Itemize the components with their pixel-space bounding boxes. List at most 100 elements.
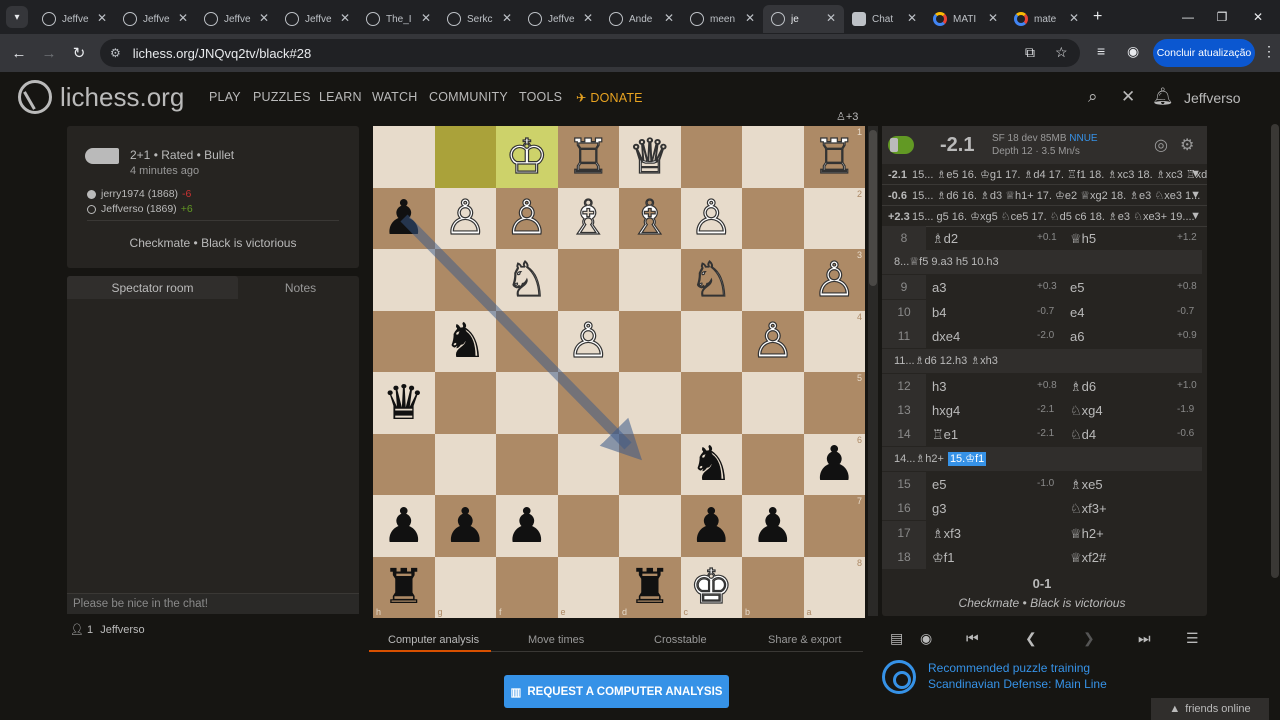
target-icon[interactable]: ◎ bbox=[1154, 135, 1168, 155]
board-square[interactable]: ♙ bbox=[680, 187, 742, 249]
board-square[interactable]: ♘ bbox=[496, 249, 558, 311]
browser-tab[interactable]: Ande ✕ bbox=[601, 5, 682, 33]
board-square[interactable]: 2 bbox=[803, 187, 865, 249]
browser-tab[interactable]: The_I ✕ bbox=[358, 5, 439, 33]
board-square[interactable] bbox=[742, 126, 804, 188]
close-tab-icon[interactable]: ✕ bbox=[583, 11, 593, 25]
board-square[interactable]: ♜ d bbox=[619, 556, 681, 618]
close-tab-icon[interactable]: ✕ bbox=[1069, 11, 1079, 25]
black-move[interactable]: ♘xg4 bbox=[1070, 403, 1103, 419]
chess-piece[interactable]: ♘ bbox=[689, 255, 733, 304]
expand-pv-icon[interactable]: ▼ bbox=[1190, 168, 1201, 180]
board-square[interactable] bbox=[680, 310, 742, 372]
nav-tools[interactable]: TOOLS bbox=[519, 90, 562, 104]
chess-piece[interactable]: ♛ bbox=[382, 379, 425, 427]
chess-piece[interactable]: ♘ bbox=[505, 255, 549, 304]
chess-piece[interactable]: ♗ bbox=[566, 194, 610, 243]
board-square[interactable] bbox=[680, 126, 742, 188]
nav-learn[interactable]: LEARN bbox=[319, 90, 362, 104]
board-square[interactable]: 4 bbox=[803, 310, 865, 372]
board-square[interactable] bbox=[434, 372, 496, 434]
board-square[interactable]: f bbox=[496, 556, 558, 618]
board-square[interactable] bbox=[557, 372, 619, 434]
white-move[interactable]: h3 bbox=[932, 379, 946, 394]
close-tab-icon[interactable]: ✕ bbox=[97, 11, 107, 25]
tab-search-button[interactable]: ▾ bbox=[6, 6, 28, 28]
engine-pv-line[interactable]: -2.1 15... ♗e5 16. ♔g1 17. ♗d4 17. ♖f1 18… bbox=[882, 164, 1207, 185]
friends-online[interactable]: ▲ friends online bbox=[1151, 698, 1269, 720]
chess-piece[interactable]: ♟ bbox=[382, 502, 425, 550]
board-square[interactable]: ♙ bbox=[742, 310, 804, 372]
board-square[interactable] bbox=[373, 310, 435, 372]
close-window-button[interactable]: ✕ bbox=[1236, 0, 1280, 34]
board-square[interactable] bbox=[619, 372, 681, 434]
close-tab-icon[interactable]: ✕ bbox=[664, 11, 674, 25]
tab-crosstable[interactable]: Crosstable bbox=[654, 634, 707, 646]
browser-tab[interactable]: Chat ✕ bbox=[844, 5, 925, 33]
close-tab-icon[interactable]: ✕ bbox=[502, 11, 512, 25]
board-square[interactable]: ♟ bbox=[434, 495, 496, 557]
chess-piece[interactable]: ♟ bbox=[505, 502, 548, 550]
variation-line[interactable]: 8...♕f5 9.a3 h5 10.h3 bbox=[882, 250, 1202, 275]
gear-icon[interactable]: ⚙ bbox=[1180, 135, 1194, 155]
board-square[interactable]: ♘ bbox=[680, 249, 742, 311]
board-square[interactable] bbox=[619, 310, 681, 372]
browser-tab[interactable]: Jeffve ✕ bbox=[34, 5, 115, 33]
chess-piece[interactable]: ♞ bbox=[444, 317, 487, 365]
nav-watch[interactable]: WATCH bbox=[372, 90, 417, 104]
current-move[interactable]: 15.♔f1 bbox=[947, 451, 987, 466]
tab-move-times[interactable]: Move times bbox=[528, 634, 584, 646]
black-move[interactable]: e4 bbox=[1070, 305, 1084, 320]
nav-community[interactable]: COMMUNITY bbox=[429, 90, 508, 104]
site-info-icon[interactable]: ⚙ bbox=[110, 46, 121, 60]
board-square[interactable]: ♟ bbox=[496, 495, 558, 557]
board-square[interactable]: ♙ 3 bbox=[803, 249, 865, 311]
nav-puzzles[interactable]: PUZZLES bbox=[253, 90, 311, 104]
black-move[interactable]: a6 bbox=[1070, 329, 1084, 344]
board-square[interactable] bbox=[434, 249, 496, 311]
profile-icon[interactable]: ◉ bbox=[1127, 43, 1139, 60]
board-square[interactable] bbox=[742, 433, 804, 495]
player-black[interactable]: jerry1974 (1868) -6 bbox=[87, 188, 191, 200]
board-square[interactable]: ♞ bbox=[680, 433, 742, 495]
board-square[interactable]: 7 bbox=[803, 495, 865, 557]
black-move[interactable]: ♘xf3+ bbox=[1070, 501, 1107, 517]
board-square[interactable] bbox=[619, 433, 681, 495]
black-move[interactable]: ♘d4 bbox=[1070, 427, 1096, 443]
board-square[interactable]: b bbox=[742, 556, 804, 618]
chess-piece[interactable]: ♟ bbox=[444, 502, 487, 550]
chess-piece[interactable]: ♟ bbox=[690, 502, 733, 550]
engine-pv-line[interactable]: -0.6 15... ♗d6 16. ♗d3 ♕h1+ 17. ♔e2 ♕xg2 … bbox=[882, 185, 1207, 206]
browser-tab[interactable]: Jeffve ✕ bbox=[277, 5, 358, 33]
scroll-thumb[interactable] bbox=[869, 130, 877, 286]
white-move[interactable]: ♗d2 bbox=[932, 231, 958, 247]
browser-tab[interactable]: Jeffve ✕ bbox=[520, 5, 601, 33]
nav-play[interactable]: PLAY bbox=[209, 90, 241, 104]
black-move[interactable]: ♕h5 bbox=[1070, 231, 1096, 247]
board-square[interactable]: ♚ c bbox=[680, 556, 742, 618]
black-move[interactable]: ♗d6 bbox=[1070, 379, 1096, 395]
board-square[interactable] bbox=[742, 249, 804, 311]
board-square[interactable]: ♟ bbox=[373, 495, 435, 557]
browser-tab[interactable]: mate ✕ bbox=[1006, 5, 1087, 33]
browser-tab[interactable]: Serkc ✕ bbox=[439, 5, 520, 33]
browser-tab[interactable]: meen ✕ bbox=[682, 5, 763, 33]
white-move[interactable]: ♖e1 bbox=[932, 427, 958, 443]
board-square[interactable]: 8a bbox=[803, 556, 865, 618]
board-square[interactable] bbox=[742, 187, 804, 249]
variation-line[interactable]: 14...♗h2+ 15.♔f1 bbox=[882, 446, 1202, 471]
practice-icon[interactable]: ◉ bbox=[920, 630, 932, 647]
chess-piece[interactable]: ♗ bbox=[628, 194, 672, 243]
board-square[interactable] bbox=[496, 310, 558, 372]
engine-toggle[interactable] bbox=[888, 136, 914, 154]
board-square[interactable] bbox=[742, 372, 804, 434]
chess-piece[interactable]: ♙ bbox=[443, 194, 487, 243]
board-square[interactable]: ♜ h bbox=[373, 556, 435, 618]
white-move[interactable]: a3 bbox=[932, 280, 946, 295]
board-square[interactable]: 5 bbox=[803, 372, 865, 434]
board-square[interactable]: g bbox=[434, 556, 496, 618]
expand-pv-icon[interactable]: ▼ bbox=[1190, 189, 1201, 201]
board-square[interactable]: ♛ bbox=[373, 372, 435, 434]
install-app-icon[interactable]: ⧉ bbox=[1025, 44, 1035, 61]
chess-piece[interactable]: ♕ bbox=[628, 132, 672, 181]
